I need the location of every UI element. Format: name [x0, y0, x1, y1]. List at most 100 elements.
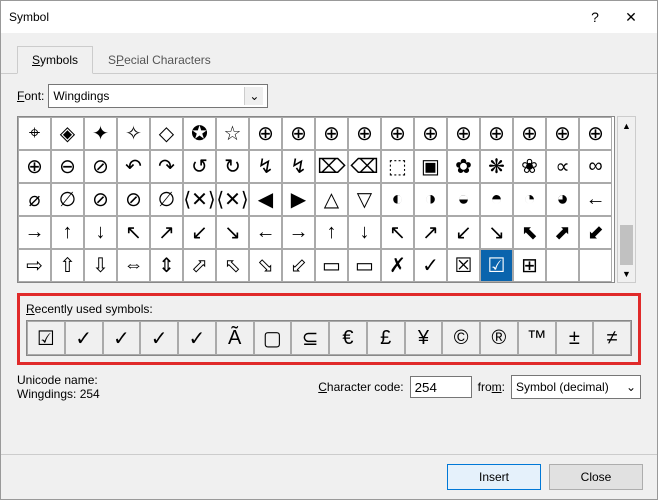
symbol-cell[interactable]: ◐: [381, 183, 414, 216]
symbol-cell[interactable]: ⊘: [84, 183, 117, 216]
recent-symbol-cell[interactable]: Ã: [216, 321, 254, 355]
symbol-cell[interactable]: ◒: [447, 183, 480, 216]
symbol-cell[interactable]: ▣: [414, 150, 447, 183]
symbol-cell[interactable]: ↶: [117, 150, 150, 183]
from-dropdown[interactable]: Symbol (decimal) ⌄: [511, 375, 641, 399]
recent-symbol-cell[interactable]: ⊆: [291, 321, 329, 355]
close-button[interactable]: ✕: [613, 3, 649, 31]
symbol-cell[interactable]: ⊕: [480, 117, 513, 150]
recent-symbol-cell[interactable]: ✓: [178, 321, 216, 355]
symbol-cell[interactable]: ◑: [414, 183, 447, 216]
symbol-cell[interactable]: ▽: [348, 183, 381, 216]
symbol-cell[interactable]: ↑: [51, 216, 84, 249]
symbol-cell[interactable]: ←: [249, 216, 282, 249]
symbol-cell[interactable]: →: [282, 216, 315, 249]
symbol-cell[interactable]: ⬁: [216, 249, 249, 282]
recent-symbol-cell[interactable]: £: [367, 321, 405, 355]
symbol-cell[interactable]: ↙: [447, 216, 480, 249]
symbol-cell[interactable]: ∞: [579, 150, 612, 183]
symbol-cell[interactable]: ↓: [84, 216, 117, 249]
recent-symbol-cell[interactable]: ▢: [254, 321, 292, 355]
recent-symbol-cell[interactable]: €: [329, 321, 367, 355]
symbol-cell[interactable]: ⊕: [546, 117, 579, 150]
tab-special-characters[interactable]: SPecial Characters: [93, 46, 226, 74]
symbol-cell[interactable]: →: [18, 216, 51, 249]
symbol-cell[interactable]: ✿: [447, 150, 480, 183]
symbol-cell[interactable]: ⇕: [150, 249, 183, 282]
symbol-cell[interactable]: ⊕: [249, 117, 282, 150]
symbol-cell[interactable]: ✪: [183, 117, 216, 150]
symbol-cell[interactable]: ∅: [51, 183, 84, 216]
tab-symbols[interactable]: Symbols: [17, 46, 93, 74]
insert-button[interactable]: Insert: [447, 464, 541, 490]
symbol-cell[interactable]: ⌫: [348, 150, 381, 183]
symbol-cell[interactable]: ⊕: [348, 117, 381, 150]
symbol-cell[interactable]: ⊕: [447, 117, 480, 150]
symbol-cell[interactable]: ⬈: [546, 216, 579, 249]
font-dropdown[interactable]: Wingdings ⌄: [48, 84, 268, 108]
symbol-cell[interactable]: ⊕: [381, 117, 414, 150]
symbol-cell[interactable]: ⇧: [51, 249, 84, 282]
symbol-cell[interactable]: ⟨✕⟩: [183, 183, 216, 216]
symbol-cell[interactable]: ⊕: [579, 117, 612, 150]
charcode-input[interactable]: [410, 376, 472, 398]
symbol-cell[interactable]: ⇨: [18, 249, 51, 282]
symbol-cell[interactable]: ↖: [381, 216, 414, 249]
symbol-cell[interactable]: ▶: [282, 183, 315, 216]
symbol-cell[interactable]: ↑: [315, 216, 348, 249]
grid-scrollbar[interactable]: ▲ ▼: [617, 116, 636, 283]
symbol-cell[interactable]: ↷: [150, 150, 183, 183]
symbol-cell[interactable]: [546, 249, 579, 282]
symbol-cell[interactable]: ⊞: [513, 249, 546, 282]
symbol-cell[interactable]: ☒: [447, 249, 480, 282]
symbol-cell[interactable]: ◔: [513, 183, 546, 216]
symbol-cell[interactable]: ←: [579, 183, 612, 216]
scroll-thumb[interactable]: [620, 225, 633, 265]
recent-symbol-cell[interactable]: ®: [480, 321, 518, 355]
symbol-cell[interactable]: ◈: [51, 117, 84, 150]
recent-symbol-cell[interactable]: ±: [556, 321, 594, 355]
symbol-cell[interactable]: ☑: [480, 249, 513, 282]
symbol-cell[interactable]: ⊕: [282, 117, 315, 150]
recent-symbol-cell[interactable]: ✓: [140, 321, 178, 355]
symbol-cell[interactable]: ⌀: [18, 183, 51, 216]
symbol-cell[interactable]: ∅: [150, 183, 183, 216]
symbol-cell[interactable]: [579, 249, 612, 282]
recent-symbol-cell[interactable]: ✓: [103, 321, 141, 355]
symbol-cell[interactable]: ❋: [480, 150, 513, 183]
symbol-cell[interactable]: ↓: [348, 216, 381, 249]
symbol-cell[interactable]: ▭: [315, 249, 348, 282]
symbol-cell[interactable]: ✗: [381, 249, 414, 282]
symbol-cell[interactable]: △: [315, 183, 348, 216]
recent-symbol-cell[interactable]: ™: [518, 321, 556, 355]
symbol-cell[interactable]: ⬀: [183, 249, 216, 282]
symbol-cell[interactable]: ⌦: [315, 150, 348, 183]
recent-symbol-cell[interactable]: ☑: [27, 321, 65, 355]
symbol-cell[interactable]: ⊕: [315, 117, 348, 150]
symbol-cell[interactable]: ↗: [150, 216, 183, 249]
recent-symbol-cell[interactable]: ¥: [405, 321, 443, 355]
symbol-cell[interactable]: ✦: [84, 117, 117, 150]
symbol-cell[interactable]: ✓: [414, 249, 447, 282]
recent-symbol-cell[interactable]: ≠: [593, 321, 631, 355]
symbol-cell[interactable]: ⊘: [117, 183, 150, 216]
symbol-cell[interactable]: ↺: [183, 150, 216, 183]
symbol-cell[interactable]: ∝: [546, 150, 579, 183]
symbol-cell[interactable]: ▭: [348, 249, 381, 282]
symbol-cell[interactable]: ⇩: [84, 249, 117, 282]
symbol-cell[interactable]: ◓: [480, 183, 513, 216]
symbol-cell[interactable]: ↙: [183, 216, 216, 249]
symbol-cell[interactable]: ◇: [150, 117, 183, 150]
symbol-cell[interactable]: ⬉: [513, 216, 546, 249]
symbol-cell[interactable]: ☆: [216, 117, 249, 150]
symbol-cell[interactable]: ⬚: [381, 150, 414, 183]
help-button[interactable]: ?: [577, 3, 613, 31]
symbol-cell[interactable]: ◕: [546, 183, 579, 216]
symbol-cell[interactable]: ⊕: [414, 117, 447, 150]
symbol-cell[interactable]: ↯: [282, 150, 315, 183]
symbol-cell[interactable]: ⊖: [51, 150, 84, 183]
symbol-cell[interactable]: ↯: [249, 150, 282, 183]
symbol-cell[interactable]: ✧: [117, 117, 150, 150]
symbol-cell[interactable]: ⌖: [18, 117, 51, 150]
symbol-cell[interactable]: ⬂: [249, 249, 282, 282]
